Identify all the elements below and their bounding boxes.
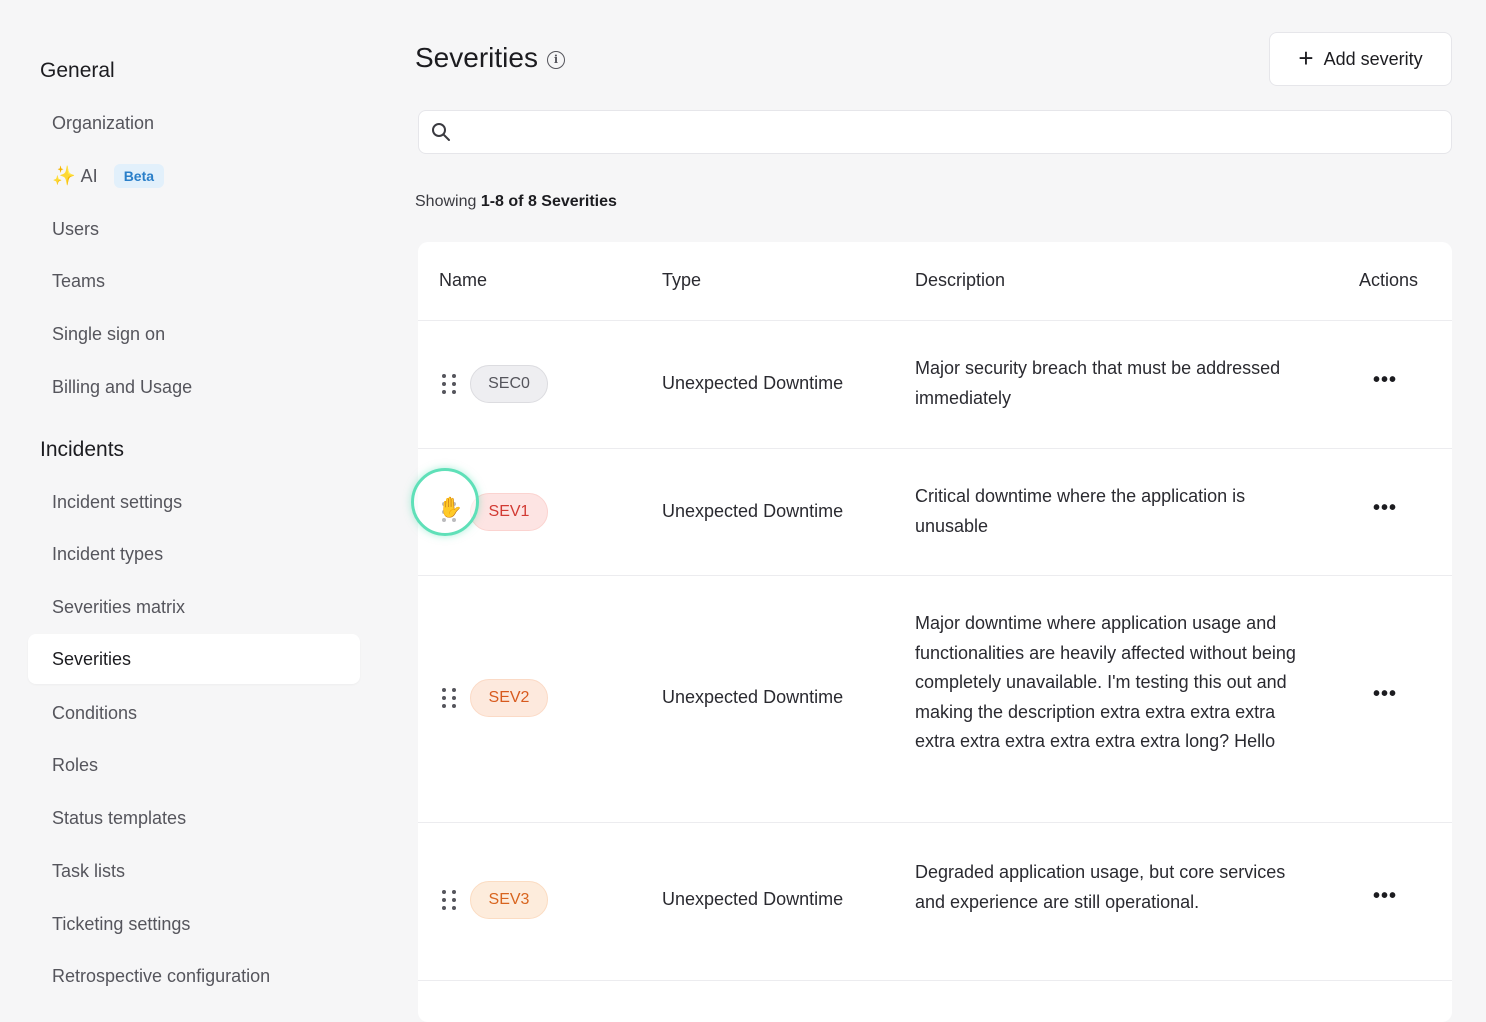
- sidebar-item-incident-types[interactable]: Incident types: [28, 529, 360, 579]
- more-actions-icon[interactable]: •••: [1373, 885, 1397, 908]
- sidebar-item-label: AI: [80, 165, 98, 186]
- table-row[interactable]: SEV3 Unexpected Downtime Degraded applic…: [418, 822, 1452, 981]
- sidebar-item-teams[interactable]: Teams: [28, 256, 360, 306]
- sidebar-item-billing[interactable]: Billing and Usage: [28, 362, 360, 412]
- severity-type: Unexpected Downtime: [662, 687, 844, 707]
- add-severity-label: Add severity: [1323, 48, 1423, 69]
- sidebar-item-label: Ticketing settings: [52, 913, 191, 934]
- sidebar-item-retrospective-configuration[interactable]: Retrospective configuration: [28, 951, 360, 1001]
- severity-badge: SEC0: [470, 365, 548, 403]
- page-title-text: Severities: [415, 42, 538, 73]
- sidebar-item-label: Task lists: [52, 860, 126, 881]
- more-actions-icon[interactable]: •••: [1373, 497, 1397, 520]
- settings-sidebar: General Organization ✨ AI Beta Users Tea…: [0, 0, 380, 1009]
- more-actions-icon[interactable]: •••: [1373, 369, 1397, 392]
- sidebar-item-label: Teams: [52, 270, 106, 291]
- beta-badge: Beta: [113, 164, 165, 188]
- search-icon: [432, 123, 450, 141]
- search-input[interactable]: [459, 113, 1451, 151]
- column-header-type[interactable]: Type: [662, 270, 701, 291]
- incidents-section-title: Incidents: [40, 438, 125, 461]
- plus-icon: +: [1298, 42, 1314, 73]
- sidebar-item-label: Severities: [52, 648, 132, 669]
- sidebar-item-label: Single sign on: [52, 323, 166, 344]
- sidebar-item-severities[interactable]: Severities: [28, 634, 360, 684]
- sidebar-item-roles[interactable]: Roles: [28, 740, 360, 790]
- results-summary: Showing 1-8 of 8 Severities: [415, 193, 617, 211]
- search-bar: [418, 110, 1452, 154]
- drag-handle-icon[interactable]: [442, 374, 456, 394]
- severity-description: Critical downtime where the application …: [915, 486, 1246, 536]
- severity-type: Unexpected Downtime: [662, 501, 844, 521]
- severity-badge: SEV3: [470, 881, 548, 919]
- sidebar-item-users[interactable]: Users: [28, 204, 360, 254]
- severity-badge: SEV1: [470, 493, 548, 531]
- sidebar-item-task-lists[interactable]: Task lists: [28, 846, 360, 896]
- sidebar-item-status-templates[interactable]: Status templates: [28, 793, 360, 843]
- more-actions-icon[interactable]: •••: [1373, 683, 1397, 706]
- table-row[interactable]: SEV2 Unexpected Downtime Major downtime …: [418, 575, 1452, 823]
- sidebar-item-label: Conditions: [52, 702, 138, 723]
- table-row[interactable]: SEV1 Unexpected Downtime Critical downti…: [418, 448, 1452, 576]
- sidebar-item-single-sign-on[interactable]: Single sign on: [28, 309, 360, 359]
- sidebar-item-ticketing-settings[interactable]: Ticketing settings: [28, 899, 360, 949]
- table-row[interactable]: SEC0 Unexpected Downtime Major security …: [418, 320, 1452, 449]
- drag-handle-icon[interactable]: [442, 890, 456, 910]
- add-severity-button[interactable]: + Add severity: [1269, 32, 1452, 86]
- sidebar-item-label: Retrospective configuration: [52, 965, 271, 986]
- results-summary-prefix: Showing: [415, 193, 477, 210]
- sidebar-item-label: Incident settings: [52, 491, 183, 512]
- severity-description: Degraded application usage, but core ser…: [915, 862, 1286, 912]
- sidebar-item-organization[interactable]: Organization: [28, 98, 360, 148]
- grab-cursor-icon: ✋: [438, 497, 463, 519]
- column-header-description[interactable]: Description: [915, 270, 1005, 291]
- column-header-name[interactable]: Name: [439, 270, 487, 291]
- sidebar-item-label: Severities matrix: [52, 596, 186, 617]
- severity-badge: SEV2: [470, 679, 548, 717]
- sidebar-item-label: Status templates: [52, 807, 187, 828]
- page-title: Severities i: [415, 42, 565, 74]
- sidebar-item-incident-settings[interactable]: Incident settings: [28, 477, 360, 527]
- sidebar-item-severities-matrix[interactable]: Severities matrix: [28, 582, 360, 632]
- sidebar-item-label: Incident types: [52, 543, 164, 564]
- info-icon[interactable]: i: [546, 50, 565, 69]
- sparkle-icon: ✨: [52, 166, 76, 187]
- sidebar-item-ai[interactable]: ✨ AI Beta: [28, 151, 360, 201]
- sidebar-item-label: Organization: [52, 112, 155, 133]
- column-header-actions: Actions: [1359, 270, 1419, 290]
- results-summary-range: 1-8 of 8 Severities: [480, 193, 617, 210]
- general-section-title: General: [40, 59, 115, 82]
- severity-type: Unexpected Downtime: [662, 889, 844, 909]
- drag-handle-icon[interactable]: [442, 688, 456, 708]
- table-header: Name Type Description Actions: [418, 242, 1452, 321]
- severity-description: Major security breach that must be addre…: [915, 358, 1281, 408]
- severity-description: Major downtime where application usage a…: [915, 613, 1296, 751]
- sidebar-item-label: Billing and Usage: [52, 376, 193, 397]
- severities-table: Name Type Description Actions SEC0 Unexp…: [418, 242, 1452, 1022]
- severity-type: Unexpected Downtime: [662, 373, 844, 393]
- sidebar-item-label: Roles: [52, 754, 99, 775]
- sidebar-item-conditions[interactable]: Conditions: [28, 688, 360, 738]
- sidebar-item-label: Users: [52, 218, 100, 239]
